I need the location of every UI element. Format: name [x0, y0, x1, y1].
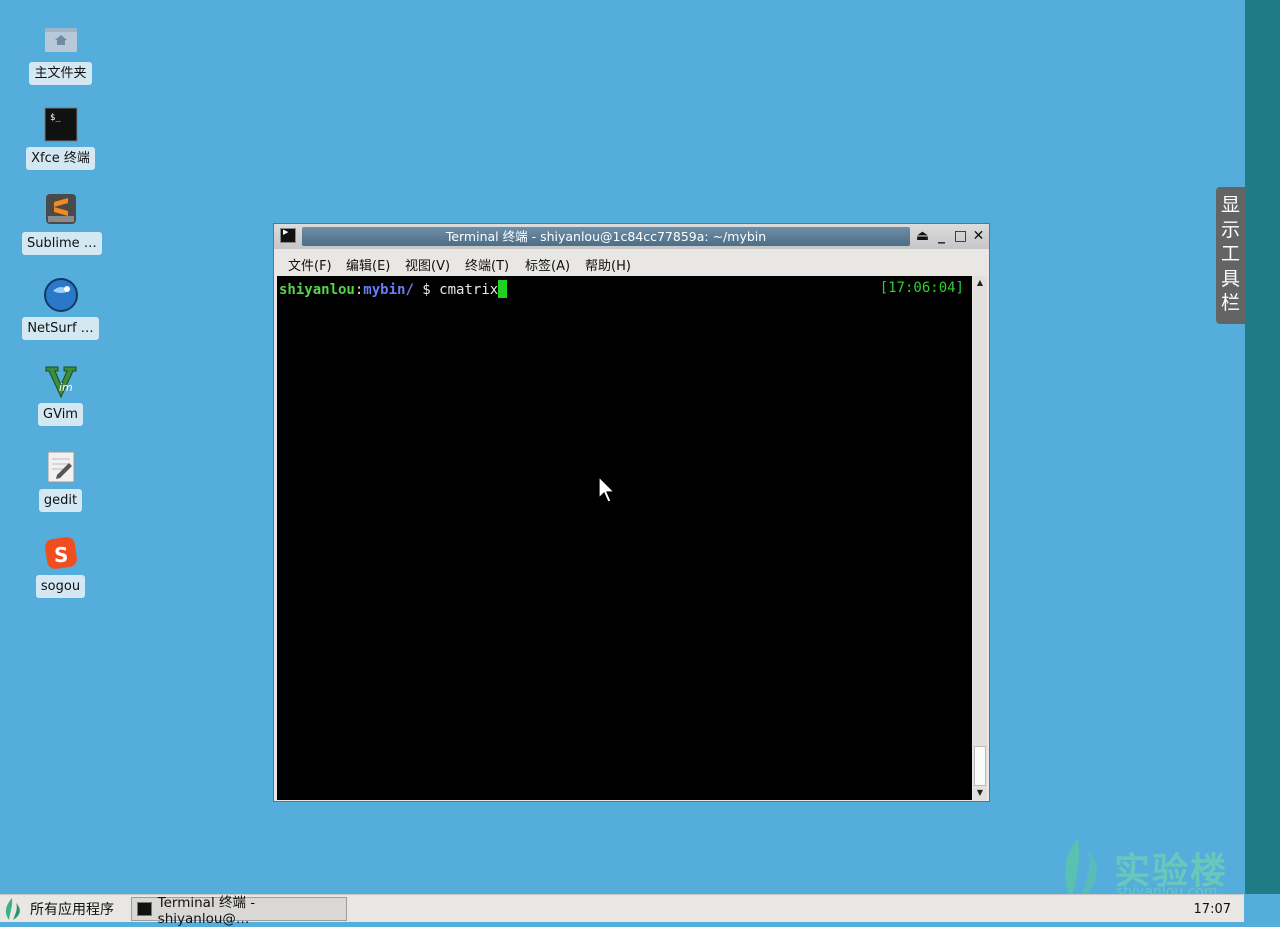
- menu-tabs[interactable]: 标签(A): [525, 255, 570, 274]
- maximize-button[interactable]: □: [952, 228, 969, 245]
- desktop-icon-label: gedit: [38, 489, 83, 512]
- desktop-icon-label: sogou: [35, 575, 86, 598]
- netsurf-icon: [43, 277, 79, 313]
- shiyanlou-logo-icon: [1064, 838, 1098, 900]
- desktop-icon-sublime[interactable]: Sublime …: [22, 192, 102, 255]
- window-titlebar[interactable]: Terminal 终端 - shiyanlou@1c84cc77859a: ~/…: [274, 224, 989, 249]
- applications-menu-button[interactable]: 所有应用程序: [4, 895, 114, 922]
- gvim-icon: im: [43, 363, 79, 399]
- shiyanlou-leaf-icon: [5, 897, 20, 920]
- desktop-icon-label: Xfce 终端: [26, 147, 95, 170]
- toolbar-char: 栏: [1220, 292, 1240, 314]
- menu-help[interactable]: 帮助(H): [585, 255, 631, 274]
- taskbar-window-button[interactable]: Terminal 终端 - shiyanlou@…: [131, 895, 347, 927]
- typed-command: cmatrix: [439, 282, 499, 298]
- desktop-icon-gvim[interactable]: im GVim: [22, 363, 99, 426]
- desktop-icon-label: 主文件夹: [29, 62, 92, 85]
- desktop-icon-label: Sublime …: [22, 232, 102, 255]
- terminal-icon: [137, 902, 152, 916]
- prompt-time: [17:06:04]: [879, 280, 964, 296]
- menu-view[interactable]: 视图(V): [405, 255, 450, 274]
- menu-file[interactable]: 文件(F): [288, 255, 332, 274]
- close-button[interactable]: ✕: [970, 228, 987, 245]
- scroll-thumb[interactable]: [974, 746, 986, 786]
- desktop-icon-label: NetSurf …: [22, 317, 99, 340]
- sogou-icon: S: [43, 535, 79, 571]
- terminal-window: Terminal 终端 - shiyanlou@1c84cc77859a: ~/…: [273, 223, 990, 802]
- terminal-scrollbar[interactable]: ▲ ▼: [973, 276, 987, 800]
- desktop-icon-home[interactable]: 主文件夹: [22, 22, 99, 85]
- menu-edit[interactable]: 编辑(E): [346, 255, 390, 274]
- desktop-icon-label: GVim: [38, 403, 83, 426]
- scroll-up-icon[interactable]: ▲: [973, 276, 987, 290]
- toolbar-char: 具: [1220, 267, 1240, 290]
- prompt-symbol: $: [413, 282, 440, 298]
- desktop-edge-strip: [1245, 0, 1280, 894]
- gedit-icon: [43, 449, 79, 485]
- window-title: Terminal 终端 - shiyanlou@1c84cc77859a: ~/…: [445, 229, 767, 244]
- prompt-dir: mybin/: [363, 282, 414, 298]
- menu-terminal[interactable]: 终端(T): [465, 255, 509, 274]
- terminal-output[interactable]: shiyanlou:mybin/ $ cmatrix [17:06:04]: [277, 276, 972, 800]
- toolbar-char: 示: [1220, 218, 1240, 241]
- svg-text:im: im: [59, 381, 73, 394]
- home-folder-icon: [43, 22, 79, 58]
- sublime-icon: [43, 192, 79, 228]
- desktop-icon-terminal[interactable]: $_ Xfce 终端: [22, 107, 99, 170]
- applications-menu-label: 所有应用程序: [30, 901, 114, 918]
- mouse-pointer-icon: [598, 476, 616, 503]
- svg-text:$_: $_: [50, 113, 61, 123]
- svg-text:S: S: [54, 543, 68, 567]
- scroll-down-icon[interactable]: ▼: [973, 786, 987, 800]
- desktop-icon-netsurf[interactable]: NetSurf …: [22, 277, 99, 340]
- prompt-user: shiyanlou: [279, 282, 355, 298]
- desktop-icon-gedit[interactable]: gedit: [22, 449, 99, 512]
- shade-button[interactable]: ⏏: [914, 228, 931, 245]
- text-cursor: [498, 280, 508, 298]
- menu-bar: 文件(F) 编辑(E) 视图(V) 终端(T) 标签(A) 帮助(H): [274, 250, 989, 275]
- desktop-icon-sogou[interactable]: S sogou: [22, 535, 99, 598]
- toolbar-char: 显: [1220, 194, 1240, 216]
- show-toolbar-button[interactable]: 显 示 工 具 栏: [1216, 187, 1245, 324]
- taskbar: 所有应用程序 Terminal 终端 - shiyanlou@… 17:07: [0, 894, 1244, 927]
- taskbar-clock[interactable]: 17:07: [1194, 902, 1231, 917]
- terminal-icon: $_: [43, 107, 79, 143]
- toolbar-char: 工: [1220, 243, 1240, 265]
- minimize-button[interactable]: _: [933, 228, 950, 245]
- prompt-line: shiyanlou:mybin/ $ cmatrix: [279, 280, 508, 298]
- terminal-icon[interactable]: [280, 228, 296, 243]
